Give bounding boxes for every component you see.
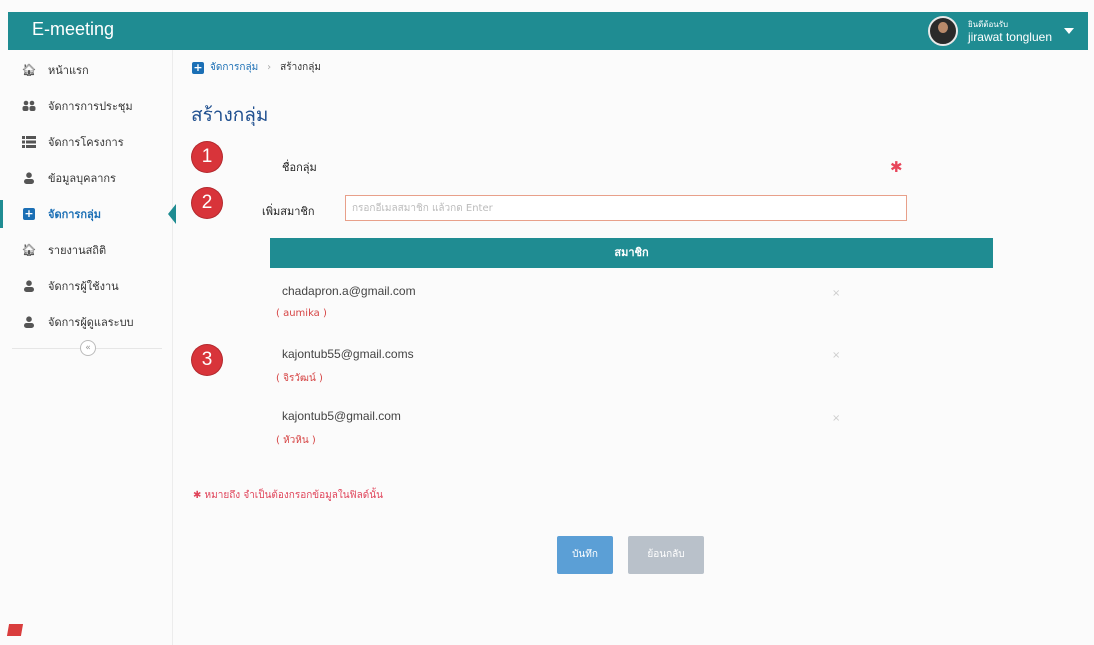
logo-icon	[6, 624, 24, 636]
remove-member-button[interactable]: ×	[832, 288, 840, 299]
sidebar-item-users[interactable]: จัดการผู้ใช้งาน	[0, 272, 172, 300]
user-icon	[22, 279, 36, 293]
sidebar-item-home[interactable]: 🏠︎ หน้าแรก	[0, 56, 172, 84]
breadcrumb: + จัดการกลุ่ม › สร้างกลุ่ม	[192, 60, 321, 75]
sidebar: 🏠︎ หน้าแรก จัดการการประชุม จัดการโครงการ…	[0, 50, 176, 645]
home-icon: 🏠︎	[21, 243, 37, 257]
plus-square-icon: +	[23, 207, 35, 220]
sidebar-item-label: หน้าแรก	[48, 64, 89, 77]
group-name-label: ชื่อกลุ่ม	[282, 161, 317, 174]
add-member-label: เพิ่มสมาชิก	[262, 205, 315, 218]
step-badge-1: 1	[192, 142, 222, 172]
breadcrumb-current: สร้างกลุ่ม	[280, 62, 321, 73]
home-icon: 🏠︎	[21, 63, 37, 77]
member-email: kajontub55@gmail.coms	[282, 347, 414, 361]
top-navbar: E-meeting ยินดีต้อนรับ jirawat tongluen	[8, 12, 1088, 50]
sidebar-item-personnel[interactable]: ข้อมูลบุคลากร	[0, 164, 172, 192]
breadcrumb-link-groups[interactable]: จัดการกลุ่ม	[210, 60, 258, 75]
sidebar-item-label: จัดการการประชุม	[48, 100, 133, 113]
required-note: ✱ หมายถึง จำเป็นต้องกรอกข้อมูลในฟิลด์นั้…	[193, 490, 383, 501]
member-name: ( จิรวัฒน์ )	[276, 373, 323, 384]
remove-member-button[interactable]: ×	[832, 350, 840, 361]
sidebar-item-label: จัดการผู้ดูแลระบบ	[48, 316, 134, 329]
step-badge-3: 3	[192, 345, 222, 375]
user-info[interactable]: ยินดีต้อนรับ jirawat tongluen	[968, 18, 1052, 44]
sidebar-item-label: จัดการโครงการ	[48, 136, 124, 149]
sidebar-item-meetings[interactable]: จัดการการประชุม	[0, 92, 172, 120]
back-button[interactable]: ย้อนกลับ	[628, 536, 704, 574]
sidebar-item-label: จัดการผู้ใช้งาน	[48, 280, 119, 293]
save-button[interactable]: บันทึก	[557, 536, 613, 574]
member-name: ( หัวหิน )	[276, 435, 316, 446]
user-icon	[22, 315, 36, 329]
avatar[interactable]	[927, 16, 958, 46]
sidebar-item-label: ข้อมูลบุคลากร	[48, 172, 116, 185]
plus-square-icon: +	[192, 60, 204, 74]
users-icon	[22, 99, 36, 113]
page-title: สร้างกลุ่ม	[191, 104, 269, 126]
sidebar-item-projects[interactable]: จัดการโครงการ	[0, 128, 172, 156]
sidebar-item-admins[interactable]: จัดการผู้ดูแลระบบ	[0, 308, 172, 336]
user-icon	[22, 171, 36, 185]
user-menu[interactable]: ยินดีต้อนรับ jirawat tongluen	[927, 15, 1074, 47]
app-title[interactable]: E-meeting	[32, 19, 114, 40]
member-name: ( aumika )	[276, 308, 327, 319]
list-icon	[22, 135, 36, 149]
add-member-input[interactable]	[345, 195, 907, 221]
sidebar-item-label: จัดการกลุ่ม	[48, 208, 101, 221]
sidebar-item-reports[interactable]: 🏠︎ รายงานสถิติ	[0, 236, 172, 264]
remove-member-button[interactable]: ×	[832, 413, 840, 424]
collapse-sidebar-button[interactable]: «	[80, 340, 96, 356]
sidebar-item-label: รายงานสถิติ	[48, 244, 107, 257]
chevron-down-icon[interactable]	[1064, 28, 1074, 34]
sidebar-item-groups[interactable]: + จัดการกลุ่ม	[0, 200, 176, 228]
members-table-header: สมาชิก	[270, 238, 993, 268]
member-email: kajontub5@gmail.com	[282, 409, 401, 423]
user-name: jirawat tongluen	[967, 30, 1052, 44]
step-badge-2: 2	[192, 188, 222, 218]
member-email: chadapron.a@gmail.com	[282, 284, 416, 298]
breadcrumb-separator: ›	[267, 62, 272, 73]
required-mark: ✱	[890, 158, 903, 176]
